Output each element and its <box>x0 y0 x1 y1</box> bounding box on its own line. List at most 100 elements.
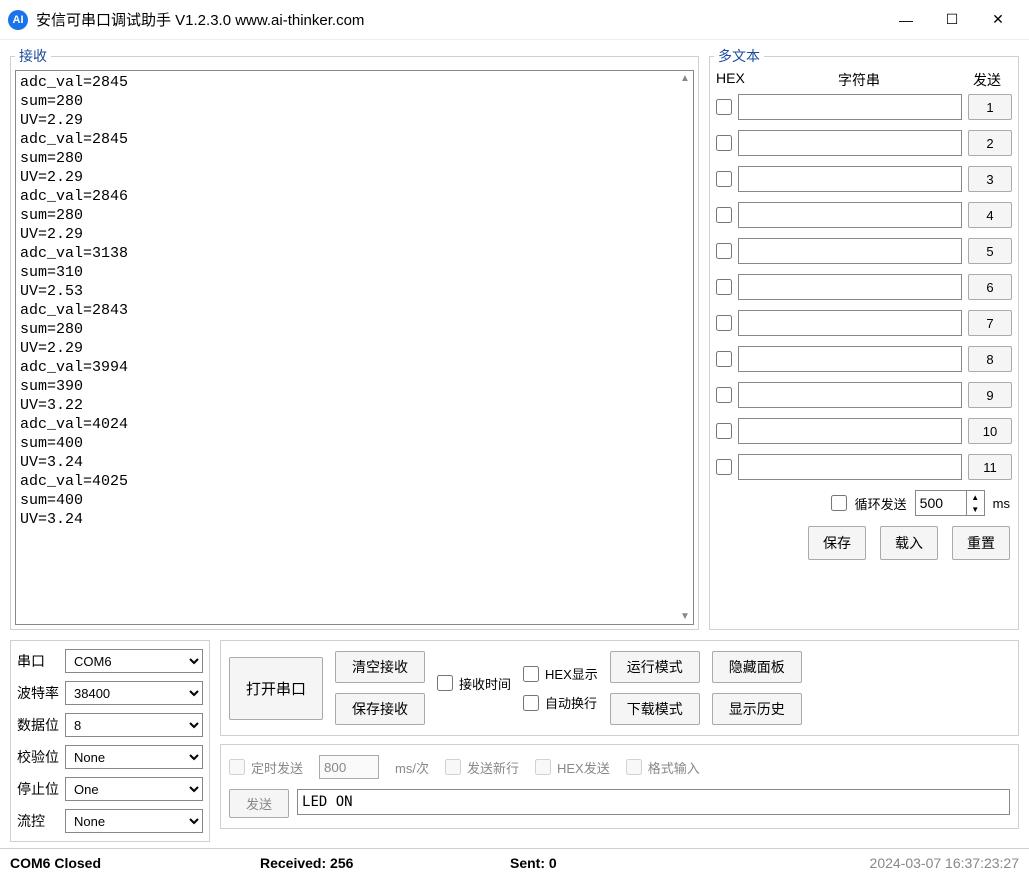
maximize-button[interactable]: ☐ <box>929 0 975 40</box>
multi-row: 4 <box>716 202 1012 228</box>
multi-send-button[interactable]: 8 <box>968 346 1012 372</box>
status-time: 2024-03-07 16:37:23:27 <box>870 855 1019 871</box>
stopbits-label: 停止位 <box>17 779 59 799</box>
close-button[interactable]: ✕ <box>975 0 1021 40</box>
col-hex: HEX <box>716 70 756 90</box>
stopbits-select[interactable]: One <box>65 777 203 801</box>
run-mode-button[interactable]: 运行模式 <box>610 651 700 683</box>
send-newline-label: 发送新行 <box>467 758 519 777</box>
multi-row: 9 <box>716 382 1012 408</box>
receive-textarea[interactable]: adc_val=2845 sum=280 UV=2.29 adc_val=284… <box>16 71 677 624</box>
multi-send-button[interactable]: 4 <box>968 202 1012 228</box>
recv-time-checkbox[interactable] <box>437 675 453 691</box>
app-logo: AI <box>8 10 28 30</box>
loop-send-label: 循环发送 <box>855 494 907 513</box>
multi-hex-checkbox[interactable] <box>716 351 732 367</box>
reset-button[interactable]: 重置 <box>952 526 1010 560</box>
download-mode-button[interactable]: 下载模式 <box>610 693 700 725</box>
multi-row: 2 <box>716 130 1012 156</box>
multi-text-input[interactable] <box>738 94 962 120</box>
multi-hex-checkbox[interactable] <box>716 135 732 151</box>
recv-time-label: 接收时间 <box>459 674 511 693</box>
multi-send-button[interactable]: 6 <box>968 274 1012 300</box>
format-input-checkbox[interactable] <box>626 759 642 775</box>
auto-wrap-checkbox[interactable] <box>523 695 539 711</box>
scroll-down-icon[interactable] <box>680 611 690 622</box>
auto-wrap-label: 自动换行 <box>545 693 597 712</box>
send-newline-checkbox[interactable] <box>445 759 461 775</box>
multi-row: 7 <box>716 310 1012 336</box>
serial-config-panel: 串口 COM6 波特率 38400 数据位 8 校验位 None 停止位 One… <box>10 640 210 842</box>
load-button[interactable]: 载入 <box>880 526 938 560</box>
multi-send-button[interactable]: 3 <box>968 166 1012 192</box>
baud-select[interactable]: 38400 <box>65 681 203 705</box>
multitext-legend: 多文本 <box>714 46 764 66</box>
col-send: 发送 <box>962 70 1012 90</box>
multi-send-button[interactable]: 1 <box>968 94 1012 120</box>
multi-hex-checkbox[interactable] <box>716 423 732 439</box>
send-button[interactable]: 发送 <box>229 789 289 818</box>
parity-select[interactable]: None <box>65 745 203 769</box>
multi-text-input[interactable] <box>738 454 962 480</box>
multi-hex-checkbox[interactable] <box>716 459 732 475</box>
hide-panel-button[interactable]: 隐藏面板 <box>712 651 802 683</box>
scrollbar[interactable] <box>677 71 693 624</box>
multi-row: 6 <box>716 274 1012 300</box>
save-button[interactable]: 保存 <box>808 526 866 560</box>
col-string: 字符串 <box>756 70 962 90</box>
status-received: Received: 256 <box>260 855 510 871</box>
spin-up-icon[interactable]: ▲ <box>967 491 984 503</box>
port-label: 串口 <box>17 651 59 671</box>
multi-text-input[interactable] <box>738 418 962 444</box>
multi-hex-checkbox[interactable] <box>716 387 732 403</box>
multi-hex-checkbox[interactable] <box>716 243 732 259</box>
timer-send-label: 定时发送 <box>251 758 303 777</box>
hex-display-label: HEX显示 <box>545 664 598 683</box>
baud-label: 波特率 <box>17 683 59 703</box>
timer-interval-input[interactable] <box>319 755 379 779</box>
multi-hex-checkbox[interactable] <box>716 207 732 223</box>
send-input[interactable] <box>297 789 1010 815</box>
databits-select[interactable]: 8 <box>65 713 203 737</box>
loop-interval-input[interactable] <box>916 491 966 515</box>
multi-send-button[interactable]: 7 <box>968 310 1012 336</box>
multi-send-button[interactable]: 11 <box>968 454 1012 480</box>
flow-select[interactable]: None <box>65 809 203 833</box>
parity-label: 校验位 <box>17 747 59 767</box>
loop-send-checkbox[interactable] <box>831 495 847 511</box>
multi-text-input[interactable] <box>738 238 962 264</box>
multi-text-input[interactable] <box>738 310 962 336</box>
port-select[interactable]: COM6 <box>65 649 203 673</box>
timer-send-checkbox[interactable] <box>229 759 245 775</box>
multi-send-button[interactable]: 5 <box>968 238 1012 264</box>
multi-text-input[interactable] <box>738 130 962 156</box>
format-input-label: 格式输入 <box>648 758 700 777</box>
multi-row: 11 <box>716 454 1012 480</box>
hex-send-checkbox[interactable] <box>535 759 551 775</box>
multi-send-button[interactable]: 10 <box>968 418 1012 444</box>
multi-text-input[interactable] <box>738 346 962 372</box>
open-port-button[interactable]: 打开串口 <box>229 657 323 720</box>
receive-legend: 接收 <box>15 46 51 66</box>
multi-hex-checkbox[interactable] <box>716 279 732 295</box>
multi-row: 3 <box>716 166 1012 192</box>
clear-receive-button[interactable]: 清空接收 <box>335 651 425 683</box>
multi-text-input[interactable] <box>738 202 962 228</box>
multi-hex-checkbox[interactable] <box>716 171 732 187</box>
multi-text-input[interactable] <box>738 166 962 192</box>
multi-text-input[interactable] <box>738 274 962 300</box>
multi-send-button[interactable]: 2 <box>968 130 1012 156</box>
scroll-up-icon[interactable] <box>680 73 690 84</box>
save-receive-button[interactable]: 保存接收 <box>335 693 425 725</box>
status-port: COM6 Closed <box>10 855 260 871</box>
multi-send-button[interactable]: 9 <box>968 382 1012 408</box>
spin-down-icon[interactable]: ▼ <box>967 503 984 515</box>
multi-text-input[interactable] <box>738 382 962 408</box>
multi-hex-checkbox[interactable] <box>716 99 732 115</box>
hex-display-checkbox[interactable] <box>523 666 539 682</box>
status-sent: Sent: 0 <box>510 855 870 871</box>
minimize-button[interactable]: — <box>883 0 929 40</box>
show-history-button[interactable]: 显示历史 <box>712 693 802 725</box>
multi-hex-checkbox[interactable] <box>716 315 732 331</box>
ms-label: ms <box>993 496 1010 511</box>
